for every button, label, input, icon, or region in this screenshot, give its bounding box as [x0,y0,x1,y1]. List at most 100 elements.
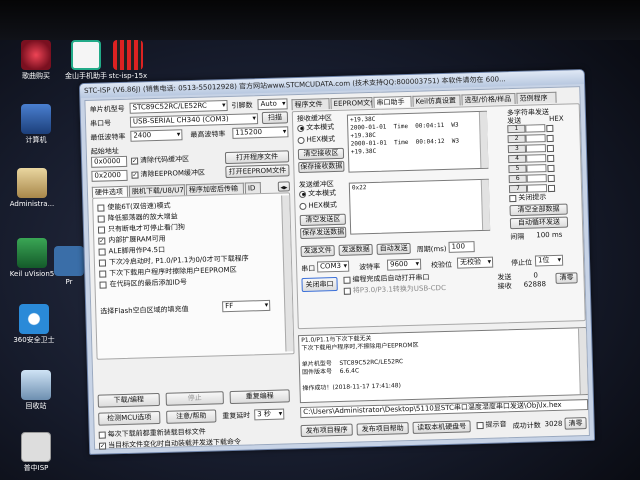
right-tab[interactable]: EEPROM文件 [330,96,373,110]
multi-hex-checkbox[interactable] [546,134,554,142]
multi-send-field[interactable] [525,134,546,143]
desktop-icon-music[interactable]: 歌曲购买 [8,40,64,80]
clear-eeprom-checkbox[interactable]: ✓ 清除EEPROM缓冲区 [131,169,205,180]
multi-hex-checkbox[interactable] [547,154,555,162]
mcu-type-select[interactable]: STC89C52RC/LE52RC [129,99,228,114]
pin-count-select[interactable]: Auto [257,98,288,111]
clear-success-button[interactable]: 清零 [564,417,587,430]
save-recv-button[interactable]: 保存接收数据 [298,160,345,174]
save-send-button[interactable]: 保存发送数据 [300,226,347,240]
desktop-icon-program[interactable]: Pr [52,246,86,286]
right-tab[interactable]: Keil仿真设置 [412,94,461,107]
period-field[interactable]: 100 [448,241,475,253]
auto-send-checkbox[interactable]: ✓ 当目标文件变化时自动装载并发送下载命令 [98,438,241,451]
desktop-icon-recycle-bin[interactable]: 回收站 [8,370,64,410]
operation-log[interactable]: P1.0/P1.1与下次下载无关 下次下载用户程序时,不擦除用户EEPROM区 单片… [298,327,588,404]
desktop-icon-user-folder[interactable]: Administra... [4,168,60,208]
desktop-icon-security[interactable]: 360安全卫士 [6,304,62,344]
options-scrollbar[interactable] [281,195,294,352]
checkbox-box [97,214,105,223]
receive-buffer[interactable]: +19.38C 2000-01-01 Time 00:04:11 W3 +19.38… [346,110,489,173]
multi-hex-checkbox[interactable] [546,124,554,132]
scan-button[interactable]: 扫描 [261,111,289,125]
multi-send-button[interactable]: 2 [507,134,526,144]
clear-all-button[interactable]: 清空全部数据 [509,203,568,217]
checkbox-box [476,421,484,429]
auto-loop-button[interactable]: 自动循环发送 [509,216,569,230]
log-scrollbar[interactable] [577,328,588,395]
right-tab[interactable]: 范例程序 [516,91,557,104]
reload-checkbox[interactable]: 每次下载前都重新装载目标文件 [98,428,206,440]
close-port-button[interactable]: 关闭串口 [301,276,338,292]
send-text-mode-radio[interactable]: 文本模式 [298,189,336,199]
multi-hex-checkbox[interactable] [546,144,554,152]
right-tab[interactable]: 串口助手 [373,95,412,108]
multi-send-field[interactable] [525,144,547,153]
serial-port-select[interactable]: COM3 [316,260,350,273]
clear-count-button[interactable]: 清零 [555,272,578,284]
right-tab[interactable]: 程序文件 [291,98,330,111]
multi-hex-checkbox[interactable] [547,164,555,172]
recv-text-mode-radio[interactable]: 文本模式 [297,123,334,133]
min-baud-select[interactable]: 2400 [130,129,183,142]
desktop-icon-isp[interactable]: 普中ISP [8,432,64,472]
auto-open-port-checkbox[interactable]: 编程完成后自动打开串口 [343,273,430,284]
recv-hex-mode-radio[interactable]: HEX模式 [297,135,335,145]
auto-send-button[interactable]: 自动发送 [376,242,411,255]
check-mcu-button[interactable]: 检测MCU选项 [98,410,161,426]
send-file-button[interactable]: 发送文件 [300,245,335,258]
desktop-icon-computer[interactable]: 计算机 [8,104,64,144]
tab-id[interactable]: ID [244,182,262,194]
multi-send-field[interactable] [526,154,547,163]
prompt-sound-checkbox[interactable]: 提示音 [476,420,507,430]
code-address-field[interactable]: 0x0000 [90,155,128,168]
publish-project-button[interactable]: 发布项目程序 [300,423,353,438]
usb-cdc-checkbox[interactable]: 将P3.0/P3.1转换为USB-CDC [343,284,446,296]
stop-bits-select[interactable]: 1位 [534,254,564,267]
publish-help-button[interactable]: 发布项目帮助 [356,422,409,436]
eeprom-address-field[interactable]: 0x2000 [91,169,128,182]
multi-send-button[interactable]: 3 [507,144,527,154]
download-button[interactable]: 下载/编程 [97,393,160,408]
multi-send-button[interactable]: 1 [507,124,526,134]
baud-select[interactable]: 9600 [386,258,422,271]
multi-send-field[interactable] [526,164,547,173]
stop-button[interactable]: 停止 [165,391,224,406]
clear-code-checkbox[interactable]: ✓ 清除代码缓冲区 [130,155,189,166]
check-icon: ✓ [130,157,139,165]
clear-recv-button[interactable]: 清空接收区 [297,147,345,161]
send-hex-mode-radio[interactable]: HEX模式 [299,201,337,211]
receive-scrollbar[interactable] [478,111,489,168]
max-baud-select[interactable]: 115200 [232,126,289,139]
fill-value-select[interactable]: FF [222,299,271,313]
open-eeprom-button[interactable]: 打开EEPROM文件 [225,164,290,179]
window-client: 单片机型号 STC89C52RC/LE52RC 引脚数 Auto 串口号 USB… [84,86,590,450]
clear-send-button[interactable]: 清空发送区 [299,213,346,227]
multi-send-field[interactable] [526,174,547,183]
multi-send-button[interactable]: 4 [508,154,527,164]
send-buffer[interactable]: 0x22 [348,178,491,235]
right-tab[interactable]: 选型/价格/样品 [461,92,516,106]
open-program-button[interactable]: 打开程序文件 [224,150,290,165]
check-icon: ✓ [98,236,106,245]
parity-select[interactable]: 无校验 [456,256,494,269]
reprogram-button[interactable]: 重复编程 [229,389,290,405]
repeat-delay-select[interactable]: 3 秒 [254,408,285,421]
close-tip-checkbox[interactable]: 关闭提示 [509,193,546,203]
multi-send-button[interactable]: 6 [508,174,527,184]
desktop-icon-stc-isp[interactable]: stc-isp-15x [104,40,152,80]
multi-send-field[interactable] [526,184,548,193]
multi-send-field[interactable] [525,124,546,133]
checkbox-box [97,225,106,234]
help-button[interactable]: 注意/帮助 [166,409,217,424]
multi-send-button[interactable]: 5 [508,164,527,174]
read-disk-id-button[interactable]: 读取本机硬盘号 [412,420,471,434]
send-data-button[interactable]: 发送数据 [338,244,373,256]
send-scrollbar[interactable] [480,179,491,230]
multi-hex-checkbox[interactable] [547,184,556,192]
file-path-field[interactable]: C:\Users\Administrator\Desktop\5110显STC串… [300,399,589,419]
multi-hex-checkbox[interactable] [547,174,555,182]
multi-send-button[interactable]: 7 [508,184,528,194]
port-select[interactable]: USB-SERIAL CH340 (COM3) [129,113,259,128]
tab-scroll-button[interactable]: ◂▸ [277,181,291,192]
